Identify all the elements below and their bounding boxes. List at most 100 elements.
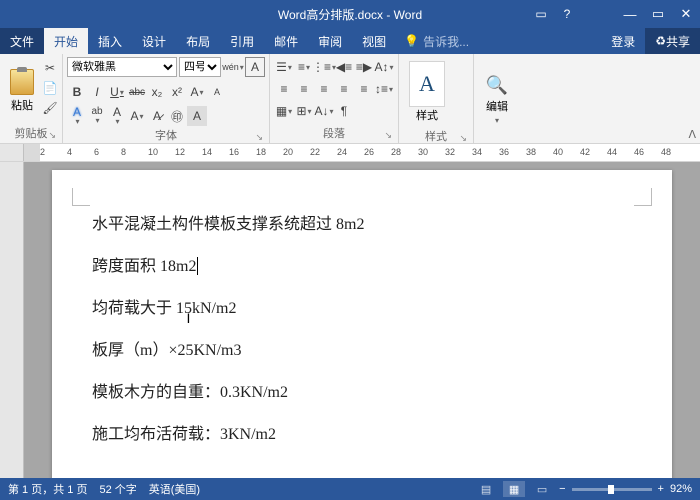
ruler-mark: 34 xyxy=(472,147,482,157)
group-paragraph: ☰ ≡ ⋮≡ ◀≡ ≡▶ A↕ ≡ ≡ ≡ ≡ ≡ ↕≡ ▦ ⊞ A↓ ¶ xyxy=(270,54,399,143)
document-line[interactable]: 模板木方的自重：0.3KN/m2 xyxy=(92,378,632,402)
read-mode-button[interactable]: ▤ xyxy=(475,481,497,497)
page-scroll[interactable]: 水平混凝土构件模板支撑系统超过 8m2 跨度面积 18m2 均荷载大于 15kN/m… xyxy=(24,162,700,478)
borders-button[interactable]: ⊞ xyxy=(294,101,314,121)
underline-button[interactable]: U xyxy=(107,82,127,102)
font-color-button[interactable]: A xyxy=(107,106,127,126)
menu-view[interactable]: 视图 xyxy=(352,28,396,54)
document-line[interactable]: 施工均布活荷载：3KN/m2 xyxy=(92,420,632,444)
ruler-mark: 6 xyxy=(94,147,99,157)
show-marks-button[interactable]: ¶ xyxy=(334,101,354,121)
editing-button[interactable]: 🔍 编辑 ▾ xyxy=(478,57,516,143)
zoom-level[interactable]: 92% xyxy=(670,483,692,495)
ibeam-cursor-icon: I xyxy=(186,310,190,326)
strikethrough-button[interactable]: abc xyxy=(127,82,147,102)
menu-layout[interactable]: 布局 xyxy=(176,28,220,54)
menu-mailings[interactable]: 邮件 xyxy=(264,28,308,54)
menu-references[interactable]: 引用 xyxy=(220,28,264,54)
justify-button[interactable]: ≡ xyxy=(334,79,354,99)
subscript-button[interactable]: x₂ xyxy=(147,82,167,102)
zoom-in-button[interactable]: + xyxy=(658,483,664,495)
document-line[interactable]: 跨度面积 18m2 xyxy=(92,252,632,276)
styles-launcher[interactable]: ↘ xyxy=(459,133,467,144)
group-editing: 🔍 编辑 ▾ xyxy=(474,54,520,143)
clear-format-button[interactable]: A̷ xyxy=(147,106,167,126)
group-font: 微软雅黑 四号 wén A B I U abc x₂ x² A A A ab A… xyxy=(63,54,270,143)
document-line[interactable]: 均荷载大于 15kN/m2I xyxy=(92,294,632,318)
paste-button[interactable]: 粘贴 xyxy=(4,57,40,124)
document-line[interactable]: 板厚（m）×25KN/m3 xyxy=(92,336,632,360)
multilevel-button[interactable]: ⋮≡ xyxy=(314,57,334,77)
clipboard-launcher[interactable]: ↘ xyxy=(48,130,56,141)
distribute-button[interactable]: ≡ xyxy=(354,79,374,99)
sort-button[interactable]: A↓ xyxy=(314,101,334,121)
minimize-button[interactable]: — xyxy=(616,0,644,28)
font-name-select[interactable]: 微软雅黑 xyxy=(67,57,177,77)
share-button[interactable]: ♻ 共享 xyxy=(645,28,700,54)
menu-home[interactable]: 开始 xyxy=(44,28,88,54)
signin-button[interactable]: 登录 xyxy=(601,28,645,54)
highlight-button[interactable]: ab xyxy=(87,106,107,126)
menu-review[interactable]: 审阅 xyxy=(308,28,352,54)
grow-font-button[interactable]: A xyxy=(187,82,207,102)
collapse-ribbon-button[interactable]: ᐱ xyxy=(688,128,696,141)
decrease-indent-button[interactable]: ◀≡ xyxy=(334,57,354,77)
horizontal-ruler[interactable]: 2468101214161820222426283032343638404244… xyxy=(24,144,700,161)
title-help-group: ▭ ? xyxy=(528,0,580,28)
close-button[interactable]: ✕ xyxy=(672,0,700,28)
change-case-button[interactable]: A xyxy=(127,106,147,126)
align-left-button[interactable]: ≡ xyxy=(274,79,294,99)
phonetic-guide-button[interactable]: wén xyxy=(223,57,243,77)
enclose-char-button[interactable]: ㊞ xyxy=(167,106,187,126)
group-label-clipboard: 剪贴板↘ xyxy=(4,124,58,143)
char-shading-button[interactable]: A xyxy=(187,106,207,126)
text-cursor xyxy=(197,257,198,275)
document-line[interactable]: 水平混凝土构件模板支撑系统超过 8m2 xyxy=(92,210,632,234)
zoom-out-button[interactable]: − xyxy=(559,483,565,495)
ruler-mark: 48 xyxy=(661,147,671,157)
bold-button[interactable]: B xyxy=(67,82,87,102)
ruler-mark: 2 xyxy=(40,147,45,157)
ribbon-options-icon[interactable]: ▭ xyxy=(528,0,554,28)
status-word-count[interactable]: 52 个字 xyxy=(99,481,136,497)
text-effects-button[interactable]: A xyxy=(67,106,87,126)
ruler-mark: 16 xyxy=(229,147,239,157)
paragraph-launcher[interactable]: ↘ xyxy=(384,130,392,141)
status-language[interactable]: 英语(美国) xyxy=(149,481,200,497)
menu-design[interactable]: 设计 xyxy=(132,28,176,54)
copy-button[interactable]: 📄 xyxy=(42,80,58,96)
zoom-slider[interactable] xyxy=(572,488,652,491)
font-size-select[interactable]: 四号 xyxy=(179,57,221,77)
line-spacing-button[interactable]: ↕≡ xyxy=(374,79,394,99)
superscript-button[interactable]: x² xyxy=(167,82,187,102)
ruler-mark: 30 xyxy=(418,147,428,157)
status-bar: 第 1 页，共 1 页 52 个字 英语(美国) ▤ ▦ ▭ − + 92% xyxy=(0,478,700,500)
menu-file[interactable]: 文件 xyxy=(0,28,44,54)
styles-gallery-button[interactable]: A 样式 xyxy=(409,61,445,123)
shading-button[interactable]: ▦ xyxy=(274,101,294,121)
shrink-font-button[interactable]: A xyxy=(207,82,227,102)
text-direction-button[interactable]: A↕ xyxy=(374,57,394,77)
maximize-button[interactable]: ▭ xyxy=(644,0,672,28)
align-right-button[interactable]: ≡ xyxy=(314,79,334,99)
cut-button[interactable]: ✂ xyxy=(42,60,58,76)
italic-button[interactable]: I xyxy=(87,82,107,102)
margin-mark-icon xyxy=(72,188,90,206)
increase-indent-button[interactable]: ≡▶ xyxy=(354,57,374,77)
char-border-button[interactable]: A xyxy=(245,57,265,77)
menu-insert[interactable]: 插入 xyxy=(88,28,132,54)
ruler-mark: 20 xyxy=(283,147,293,157)
tell-me-search[interactable]: 💡告诉我... xyxy=(396,28,477,54)
help-icon[interactable]: ? xyxy=(554,0,580,28)
page[interactable]: 水平混凝土构件模板支撑系统超过 8m2 跨度面积 18m2 均荷载大于 15kN/m… xyxy=(52,170,672,478)
bullets-button[interactable]: ☰ xyxy=(274,57,294,77)
align-center-button[interactable]: ≡ xyxy=(294,79,314,99)
ruler-mark: 36 xyxy=(499,147,509,157)
ruler-mark: 46 xyxy=(634,147,644,157)
status-page[interactable]: 第 1 页，共 1 页 xyxy=(8,481,87,497)
format-painter-button[interactable]: 🖌 xyxy=(42,100,58,116)
print-layout-button[interactable]: ▦ xyxy=(503,481,525,497)
font-launcher[interactable]: ↘ xyxy=(255,132,263,143)
vertical-ruler[interactable] xyxy=(0,162,24,478)
web-layout-button[interactable]: ▭ xyxy=(531,481,553,497)
